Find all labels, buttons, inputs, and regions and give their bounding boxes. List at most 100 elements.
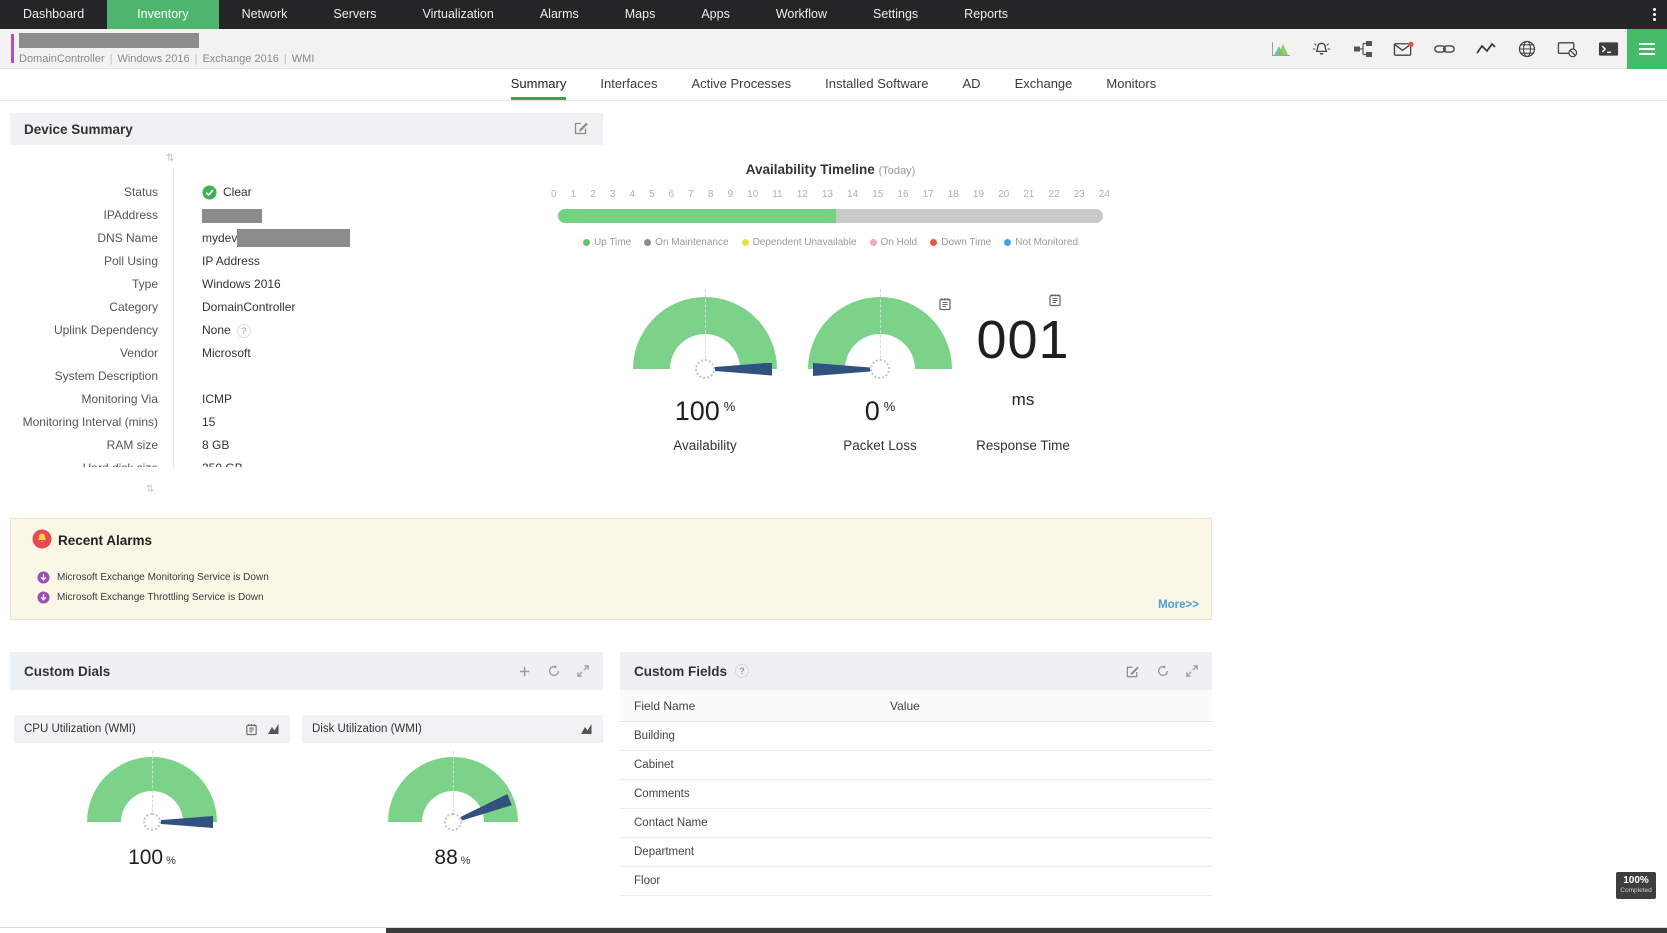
mail-icon[interactable] xyxy=(1393,39,1414,59)
availability-timeline-bar[interactable] xyxy=(558,209,1103,223)
help-icon[interactable]: ? xyxy=(735,664,749,678)
device-header: DomainController | Windows 2016 | Exchange 2… xyxy=(0,29,1667,69)
hour-label: 9 xyxy=(727,189,733,200)
top-navigation: Dashboard Inventory Network Servers Virt… xyxy=(0,0,1667,29)
hour-label: 23 xyxy=(1074,189,1085,200)
topology-icon[interactable] xyxy=(1352,39,1373,59)
dns-redacted xyxy=(237,229,350,247)
hour-label: 22 xyxy=(1048,189,1059,200)
horizontal-scrollbar[interactable] xyxy=(386,928,1667,933)
chart-icon[interactable] xyxy=(581,724,593,734)
refresh-icon[interactable] xyxy=(1156,664,1170,678)
tab-monitors[interactable]: Monitors xyxy=(1106,69,1156,100)
field-name: Floor xyxy=(620,875,890,887)
custom-dials-panel: Custom Dials CPU Utilization (WMI) xyxy=(10,652,603,933)
alarm-message[interactable]: Microsoft Exchange Monitoring Service is… xyxy=(57,572,269,583)
field-row-ram: RAM size 8 GB xyxy=(10,434,603,457)
availability-label: Availability xyxy=(633,438,777,453)
cpu-dial-value: 100% xyxy=(14,846,290,870)
globe-icon[interactable] xyxy=(1516,39,1537,59)
breadcrumb-item-os[interactable]: Windows 2016 xyxy=(117,53,189,65)
field-row-monvia: Monitoring Via ICMP xyxy=(10,388,603,411)
breadcrumb-item-category[interactable]: DomainController xyxy=(19,53,105,65)
device-summary-title: Device Summary xyxy=(24,122,133,137)
hamburger-menu-icon[interactable] xyxy=(1627,29,1667,69)
collapse-icon[interactable] xyxy=(1186,665,1198,677)
report-icon[interactable] xyxy=(245,723,258,736)
timeline-legend: Up Time On Maintenance Dependent Unavail… xyxy=(558,237,1103,248)
alarm-bell-badge-icon xyxy=(32,529,52,554)
alarm-bell-icon[interactable] xyxy=(1311,39,1332,59)
alarm-message[interactable]: Microsoft Exchange Throttling Service is… xyxy=(57,592,264,603)
sparkline-icon[interactable] xyxy=(1475,39,1496,59)
device-accent-bar xyxy=(11,34,14,63)
nav-item-inventory[interactable]: Inventory xyxy=(107,0,218,29)
hour-label: 7 xyxy=(688,189,694,200)
breadcrumb-item-app[interactable]: Exchange 2016 xyxy=(202,53,278,65)
nav-item-network[interactable]: Network xyxy=(219,0,311,29)
tab-exchange[interactable]: Exchange xyxy=(1015,69,1073,100)
tab-ad[interactable]: AD xyxy=(963,69,981,100)
hour-label: 20 xyxy=(998,189,1009,200)
breadcrumb-separator: | xyxy=(110,53,113,65)
kebab-menu-icon[interactable] xyxy=(1645,0,1663,29)
nav-item-virtualization[interactable]: Virtualization xyxy=(400,0,517,29)
hour-label: 3 xyxy=(610,189,616,200)
edit-icon[interactable] xyxy=(573,120,589,139)
progress-percent: 100% xyxy=(1616,874,1656,887)
monitor-disabled-icon[interactable] xyxy=(1557,39,1578,59)
tab-installed-software[interactable]: Installed Software xyxy=(825,69,928,100)
alarm-row[interactable]: Microsoft Exchange Monitoring Service is… xyxy=(37,571,269,584)
tab-interfaces[interactable]: Interfaces xyxy=(600,69,657,100)
ip-redacted xyxy=(202,209,262,223)
nav-item-alarms[interactable]: Alarms xyxy=(517,0,602,29)
gauge-hub xyxy=(870,359,890,379)
link-icon[interactable] xyxy=(1434,39,1455,59)
nav-item-servers[interactable]: Servers xyxy=(310,0,399,29)
breadcrumb-separator: | xyxy=(195,53,198,65)
performance-graph-icon[interactable] xyxy=(1270,39,1291,59)
refresh-icon[interactable] xyxy=(547,664,561,678)
breadcrumb-item-protocol[interactable]: WMI xyxy=(292,53,315,65)
custom-fields-title: Custom Fields xyxy=(634,664,727,679)
gauge-centerline xyxy=(453,751,454,822)
device-summary-fields: ⇅ Status Clear IPAddress DNS Name mydev xyxy=(10,145,603,467)
uplink-value: None xyxy=(202,319,231,342)
hour-label: 18 xyxy=(948,189,959,200)
gauge-centerline xyxy=(705,289,706,369)
chart-icon[interactable] xyxy=(268,724,280,734)
nav-item-apps[interactable]: Apps xyxy=(678,0,753,29)
progress-label: Completed xyxy=(1616,887,1656,894)
field-row-status: Status Clear xyxy=(10,181,603,204)
tab-active-processes[interactable]: Active Processes xyxy=(691,69,791,100)
field-name: Comments xyxy=(620,788,890,800)
custom-dials-title: Custom Dials xyxy=(24,664,110,679)
help-icon[interactable]: ? xyxy=(237,324,251,338)
response-time-value: 001 xyxy=(938,309,1108,371)
hour-label: 16 xyxy=(897,189,908,200)
cpu-dial-title: CPU Utilization (WMI) xyxy=(24,723,136,735)
nav-item-dashboard[interactable]: Dashboard xyxy=(0,0,107,29)
legend-dot xyxy=(1004,239,1011,246)
tab-summary[interactable]: Summary xyxy=(511,69,567,100)
terminal-icon[interactable] xyxy=(1598,39,1619,59)
alarm-row[interactable]: Microsoft Exchange Throttling Service is… xyxy=(37,591,264,604)
hour-label: 10 xyxy=(747,189,758,200)
add-dial-icon[interactable] xyxy=(518,665,531,678)
nav-item-workflow[interactable]: Workflow xyxy=(753,0,850,29)
service-down-icon xyxy=(37,571,50,584)
field-name: Department xyxy=(620,846,890,858)
field-row-pollusing: Poll Using IP Address xyxy=(10,250,603,273)
resize-handle-icon[interactable]: ⇅ xyxy=(166,153,174,164)
nav-item-maps[interactable]: Maps xyxy=(602,0,679,29)
status-clear-icon xyxy=(202,185,217,200)
field-row-category: Category DomainController xyxy=(10,296,603,319)
edit-icon[interactable] xyxy=(1125,664,1140,679)
nav-item-reports[interactable]: Reports xyxy=(941,0,1031,29)
collapse-handle-icon[interactable]: ⇅ xyxy=(146,484,154,495)
collapse-icon[interactable] xyxy=(577,665,589,677)
nav-item-settings[interactable]: Settings xyxy=(850,0,941,29)
alarms-more-link[interactable]: More>> xyxy=(1158,599,1199,611)
availability-gauge xyxy=(633,297,777,369)
gauge-centerline xyxy=(152,751,153,822)
